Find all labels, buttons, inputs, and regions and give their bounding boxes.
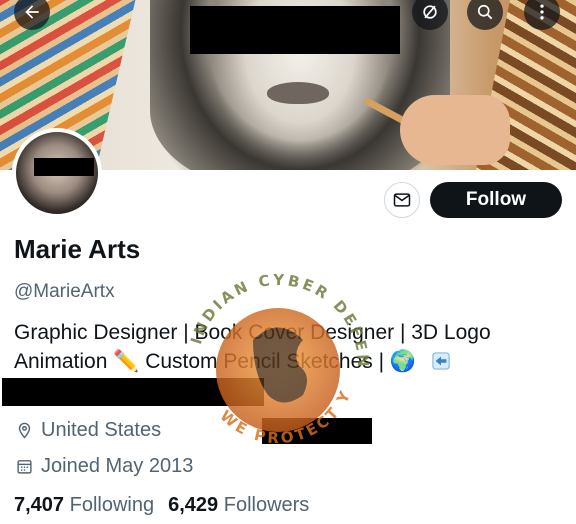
- location-pin-icon: [18, 422, 31, 439]
- following-label: Following: [69, 494, 155, 516]
- following-link[interactable]: 7,407 Following: [14, 494, 154, 517]
- email-symbol-icon: [432, 352, 450, 370]
- avatar[interactable]: [12, 128, 102, 218]
- joined-row: Joined May 2013: [16, 455, 193, 478]
- mail-icon: [393, 193, 411, 207]
- bio: Graphic Designer | Book Cover Designer |…: [14, 318, 554, 376]
- display-name: Marie Arts: [14, 234, 141, 264]
- following-count: 7,407: [14, 494, 65, 516]
- avatar-redaction-bar: [34, 158, 94, 176]
- username: @MarieArtx: [14, 281, 115, 302]
- calendar-icon: [17, 460, 32, 474]
- joined-text: Joined May 2013: [41, 455, 194, 477]
- redaction-bar: [2, 378, 264, 406]
- followers-link[interactable]: 6,429 Followers: [168, 494, 309, 517]
- search-icon: [477, 4, 493, 20]
- banner-lips: [267, 82, 329, 104]
- arrow-left-icon: [25, 5, 39, 19]
- banner-hand: [400, 95, 510, 165]
- location-text: United States: [41, 419, 162, 441]
- location-row: United States: [16, 419, 161, 442]
- follow-button[interactable]: Follow: [430, 182, 562, 218]
- more-vertical-icon: [540, 4, 544, 20]
- redaction-bar: [190, 6, 400, 54]
- hide-icon: [423, 5, 437, 19]
- followers-label: Followers: [223, 494, 310, 516]
- redaction-bar: [262, 418, 372, 444]
- follow-stats: 7,407 Following 6,429 Followers: [14, 494, 309, 517]
- bio-line-1: Graphic Designer | Book Cover Designer |…: [14, 321, 491, 344]
- bio-line-2: Animation ✏️ Custom Pencil Sketches | 🌍: [14, 347, 554, 376]
- followers-count: 6,429: [168, 494, 219, 516]
- message-button[interactable]: [384, 182, 420, 218]
- bio-line-2-text: Animation ✏️ Custom Pencil Sketches | 🌍: [14, 350, 417, 373]
